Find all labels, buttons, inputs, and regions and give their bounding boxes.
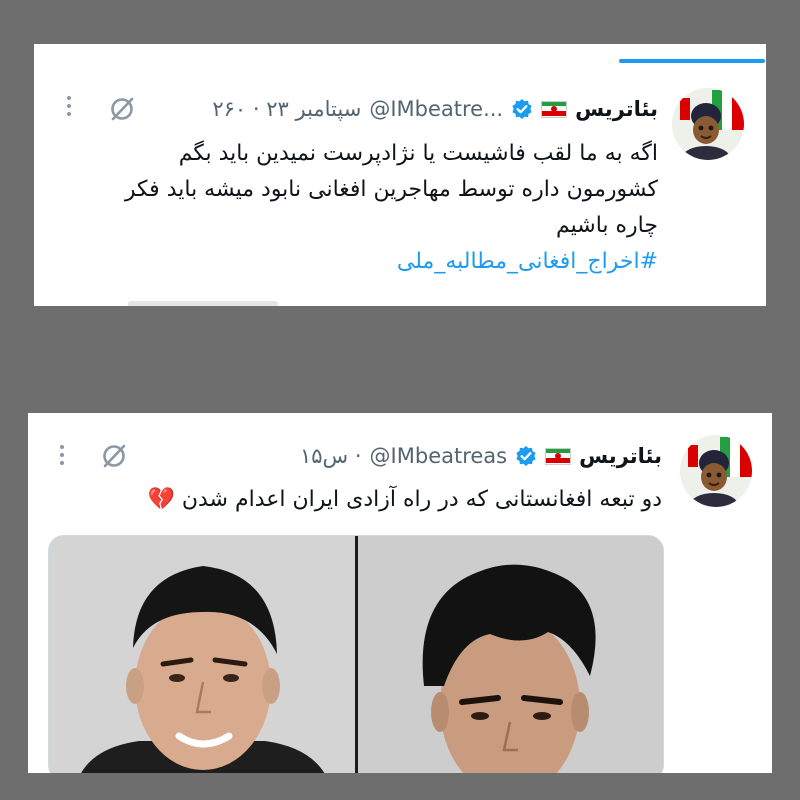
tweet-line-3: چاره باشیم — [556, 213, 658, 238]
tweet-line-1: اگه به ما لقب فاشیست یا نژادپرست نمیدین … — [178, 141, 658, 166]
iran-flag-icon — [541, 100, 568, 118]
iran-flag-icon — [545, 447, 572, 465]
scroll-progress-bar — [619, 59, 765, 63]
photo-person-2[interactable] — [358, 536, 663, 773]
tweet-text: دو تبعه افغانستانی که در راه آزادی ایران… — [32, 485, 662, 515]
tweet-media[interactable] — [48, 535, 664, 773]
hashtag-link[interactable]: #اخراج_افغانی_مطالبه_ملی — [68, 244, 658, 280]
timestamp[interactable]: ۲۶۰ · ۲۳ سپتامبر — [212, 97, 361, 121]
avatar[interactable] — [672, 88, 744, 160]
tweet-text: اگه به ما لقب فاشیست یا نژادپرست نمیدین … — [68, 136, 658, 280]
verified-badge-icon — [515, 445, 537, 467]
display-name[interactable]: بئاتریس — [579, 444, 662, 468]
tweet-line-2: کشورمون داره توسط مهاجرین افغانی نابود م… — [124, 177, 658, 202]
grok-icon[interactable] — [99, 441, 129, 475]
tweet-header: بئاتریس @IMbeatreas ۱۵س · — [300, 439, 662, 473]
verified-badge-icon — [511, 98, 533, 120]
timestamp[interactable]: ۱۵س · — [300, 444, 362, 468]
photo-person-1[interactable] — [49, 536, 355, 773]
more-options-icon[interactable] — [60, 445, 64, 465]
avatar[interactable] — [680, 435, 752, 507]
tweet-header: بئاتریس @IMbeatre... ۲۶۰ · ۲۳ سپتامبر — [212, 92, 658, 126]
tweet-line-1: دو تبعه افغانستانی که در راه آزادی ایران… — [147, 487, 662, 512]
tweet-card-2[interactable]: بئاتریس @IMbeatreas ۱۵س · دو تبعه افغانس — [28, 413, 772, 773]
handle[interactable]: @IMbeatre... — [369, 97, 503, 121]
display-name[interactable]: بئاتریس — [575, 97, 658, 121]
media-preview-edge — [128, 301, 278, 306]
handle[interactable]: @IMbeatreas — [370, 444, 508, 468]
more-options-icon[interactable] — [67, 96, 71, 116]
grok-icon[interactable] — [107, 94, 137, 128]
tweet-card-1[interactable]: بئاتریس @IMbeatre... ۲۶۰ · ۲۳ سپتامبر اگ — [34, 44, 766, 306]
